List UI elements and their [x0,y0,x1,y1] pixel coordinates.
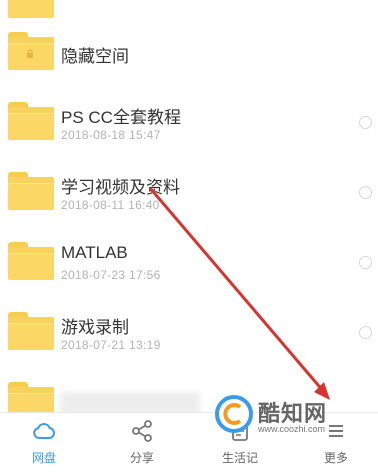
tab-label: 生活记 [221,451,258,465]
file-name: 学习视频及资料 [61,178,180,197]
tab-label: 分享 [129,451,154,465]
select-radio[interactable] [359,256,372,269]
folder-icon [8,242,54,280]
folder-icon [8,312,54,350]
file-name: MATLAB [61,243,128,262]
tab-share[interactable]: 分享 [102,413,182,473]
tab-netdisk[interactable]: 网盘 [4,413,84,473]
folder-icon [8,0,54,18]
file-name: 游戏录制 [61,318,129,337]
lock-icon [27,49,33,58]
list-item-hidden-space[interactable]: 隐藏空间 [0,20,378,90]
watermark: 酷知网 www.coozhi.com [214,394,342,436]
file-date: 2018-07-21 13:19 [61,338,161,352]
file-date: 2018-08-11 16:40 [61,198,160,212]
locked-folder-icon [8,32,54,70]
watermark-url: www.coozhi.com [258,424,326,434]
watermark-logo-icon [215,395,253,433]
file-name: 隐藏空间 [61,47,129,66]
tab-label: 更多 [323,451,348,465]
share-icon [132,420,152,442]
cloud-icon [33,422,55,439]
file-date: 2018-08-18 15:47 [61,128,161,142]
file-list: 隐藏空间 PS CC全套教程 2018-08-18 15:47 学习视频及资料 … [0,0,378,412]
folder-icon [8,102,54,140]
file-name: PS CC全套教程 [61,108,181,127]
folder-icon [8,382,54,412]
file-date: 2018-07-23 17:56 [61,268,161,282]
list-item[interactable]: MATLAB 2018-07-23 17:56 [0,230,378,300]
list-item[interactable]: 游戏录制 2018-07-21 13:19 [0,300,378,370]
select-radio[interactable] [359,116,372,129]
select-radio[interactable] [359,326,372,339]
list-item[interactable] [0,0,378,22]
select-radio[interactable] [359,186,372,199]
list-item[interactable]: PS CC全套教程 2018-08-18 15:47 [0,90,378,160]
list-item[interactable]: 学习视频及资料 2018-08-11 16:40 [0,160,378,230]
tab-label: 网盘 [31,451,56,465]
folder-icon [8,172,54,210]
